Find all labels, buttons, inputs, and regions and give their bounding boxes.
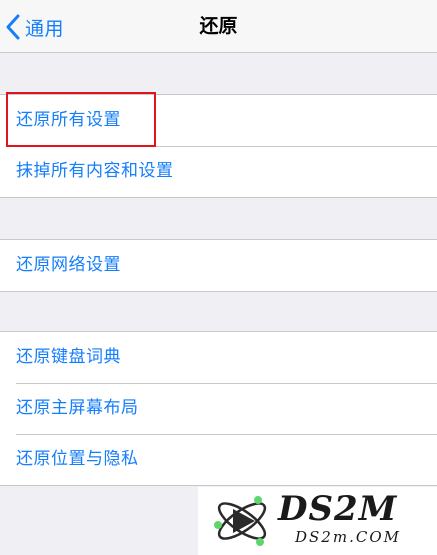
- back-button[interactable]: 通用: [6, 11, 64, 43]
- page-title: 还原: [199, 15, 238, 37]
- reset-network-settings-item[interactable]: 还原网络设置: [0, 240, 437, 291]
- back-button-label: 通用: [25, 17, 65, 40]
- atom-logo-icon: [211, 492, 273, 550]
- reset-keyboard-dictionary-item[interactable]: 还原键盘词典: [0, 332, 437, 383]
- watermark-main-text: DS2M: [278, 489, 398, 529]
- reset-group-1: 还原所有设置 抹掉所有内容和设置: [0, 94, 437, 198]
- reset-location-privacy-item[interactable]: 还原位置与隐私: [0, 434, 437, 485]
- watermark-sub-text: DS2m.COM: [295, 528, 401, 546]
- chevron-left-icon: [6, 14, 20, 40]
- erase-all-content-and-settings-item[interactable]: 抹掉所有内容和设置: [0, 146, 437, 197]
- navigation-bar: 通用 还原: [0, 0, 437, 53]
- watermark: DS2M DS2m.COM: [198, 487, 437, 555]
- reset-home-screen-layout-item[interactable]: 还原主屏幕布局: [0, 383, 437, 434]
- reset-group-2: 还原网络设置: [0, 239, 437, 292]
- reset-group-3: 还原键盘词典 还原主屏幕布局 还原位置与隐私: [0, 331, 437, 486]
- reset-all-settings-item[interactable]: 还原所有设置: [0, 95, 437, 146]
